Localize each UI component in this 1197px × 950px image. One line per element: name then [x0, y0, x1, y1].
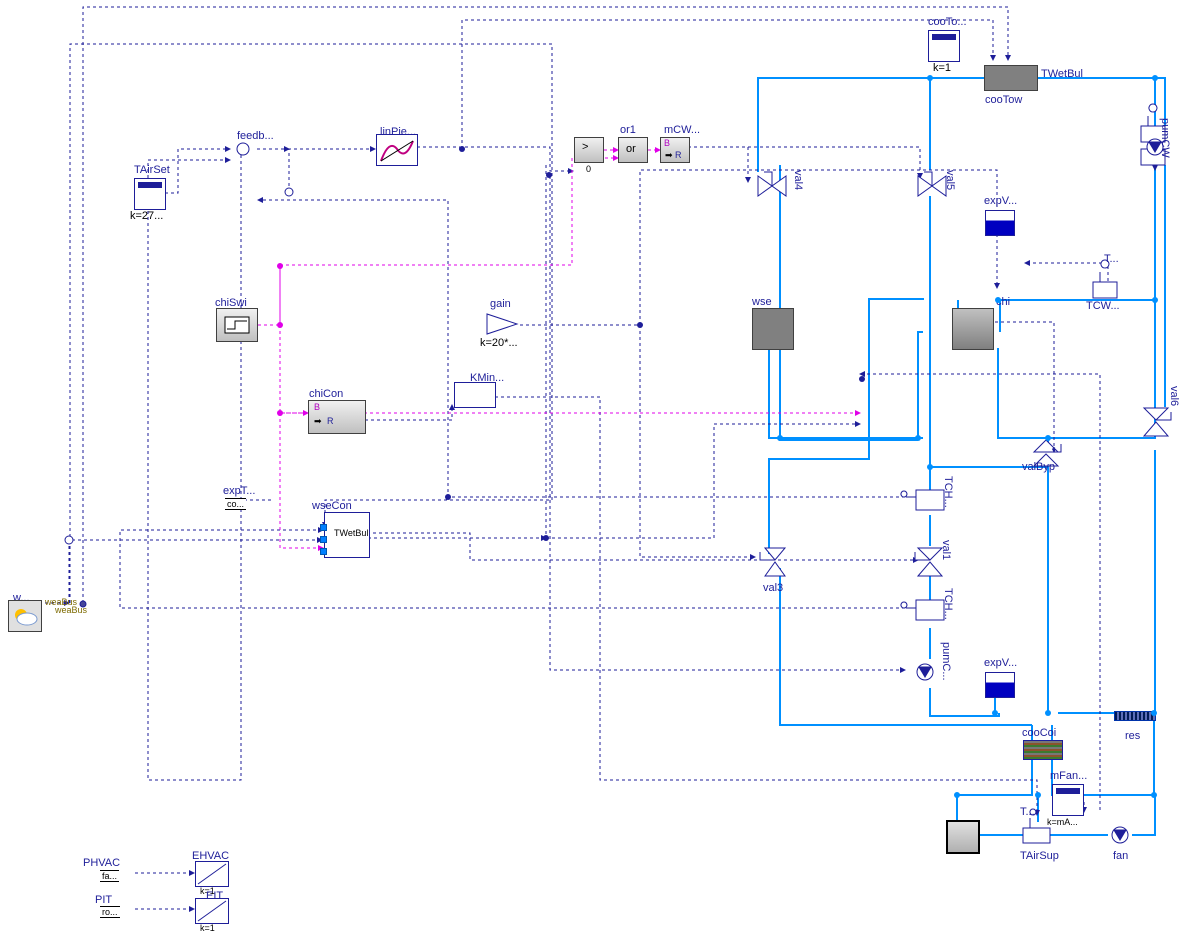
val3-label: val3 — [763, 582, 783, 594]
chicon-label: chiCon — [309, 388, 343, 400]
mcw-r: R — [675, 150, 682, 160]
chi-block[interactable] — [952, 308, 994, 350]
expv2-block[interactable] — [985, 672, 1015, 698]
T2-label: T... — [1020, 806, 1035, 818]
cooTo-k: k=1 — [933, 62, 951, 74]
twetbul-block[interactable] — [984, 65, 1038, 91]
mfan-label: mFan... — [1050, 770, 1087, 782]
gain-k: k=20*... — [480, 337, 518, 349]
pumc-label: pumC... — [940, 642, 952, 681]
wse-label: wse — [752, 296, 772, 308]
wse-block[interactable] — [752, 308, 794, 350]
kmin-block[interactable] — [454, 382, 496, 408]
tairset-block[interactable] — [134, 178, 166, 210]
tairsup-label: TAirSup — [1020, 850, 1059, 862]
weabus2-label: weaBus — [55, 605, 87, 615]
chicon-b: B — [314, 402, 320, 412]
gt-zero: 0 — [586, 164, 591, 174]
expv1-label: expV... — [984, 195, 1017, 207]
mfan-k: k=mA... — [1047, 817, 1078, 827]
res-label: res — [1125, 730, 1140, 742]
tch1-label: TCH... — [942, 476, 954, 508]
cooTo-block[interactable] — [928, 30, 960, 62]
cooTo-label: cooTo... — [928, 16, 967, 28]
boundary-block[interactable] — [946, 820, 980, 854]
twetbul-label: TWetBul — [1041, 68, 1083, 80]
mcw-b: B — [664, 138, 670, 148]
ehvac-block[interactable] — [195, 861, 229, 887]
val4-label: val4 — [792, 170, 804, 190]
chicon-r: R — [327, 416, 334, 426]
expt-label: expT... — [223, 485, 255, 497]
phvac-label: PHVAC — [83, 857, 120, 869]
eit-k: k=1 — [200, 923, 215, 933]
pumcw-label: pumCW — [1159, 118, 1171, 158]
val6-label: val6 — [1168, 386, 1180, 406]
tcw-label: TCW... — [1086, 300, 1120, 312]
or1-label: or1 — [620, 124, 636, 136]
T1-label: T... — [1104, 253, 1119, 265]
gt-sym: > — [582, 141, 588, 153]
phvac-fa: fa... — [100, 870, 119, 882]
or1-sym: or — [626, 143, 636, 155]
mcw-label: mCW... — [664, 124, 700, 136]
feedb-label: feedb... — [237, 130, 274, 142]
pit-ro: ro... — [100, 906, 120, 918]
gt-block[interactable] — [574, 137, 604, 163]
expt-co: co... — [225, 498, 246, 510]
expv1-block[interactable] — [985, 210, 1015, 236]
res-block[interactable] — [1114, 711, 1156, 721]
val1-label: val1 — [940, 540, 952, 560]
tairset-k: k=27... — [130, 210, 163, 222]
cootow-label: cooTow — [985, 94, 1022, 106]
chiswi-block[interactable] — [216, 308, 258, 342]
eit-block[interactable] — [195, 898, 229, 924]
val5-label: val5 — [944, 170, 956, 190]
pit-label: PIT — [95, 894, 112, 906]
gain-label: gain — [490, 298, 511, 310]
coocoi-label: cooCoi — [1022, 727, 1056, 739]
mfan-block[interactable] — [1052, 784, 1084, 816]
expv2-label: expV... — [984, 657, 1017, 669]
tairset-label: TAirSet — [134, 164, 170, 176]
coocoi-block[interactable] — [1023, 740, 1063, 760]
linpie-block[interactable] — [376, 134, 418, 166]
twetbul2-label: TWetBul — [334, 528, 368, 538]
weabus-block[interactable] — [8, 600, 42, 632]
valbyp-label: valByp — [1022, 461, 1055, 473]
tch2-label: TCH... — [942, 588, 954, 620]
wsecon-label: wseCon — [312, 500, 352, 512]
fan-label: fan — [1113, 850, 1128, 862]
